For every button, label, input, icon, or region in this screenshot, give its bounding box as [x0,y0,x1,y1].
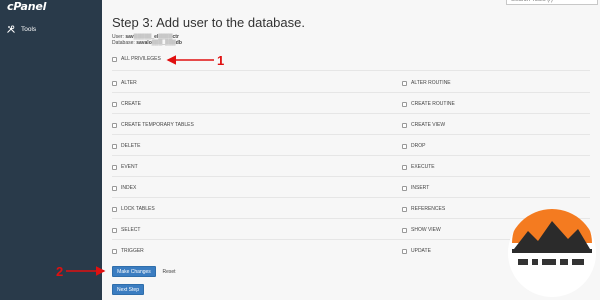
annotation-marker-1: 1 [217,53,224,68]
watermark-logo [508,209,596,297]
annotation-marker-2: 2 [56,264,63,279]
